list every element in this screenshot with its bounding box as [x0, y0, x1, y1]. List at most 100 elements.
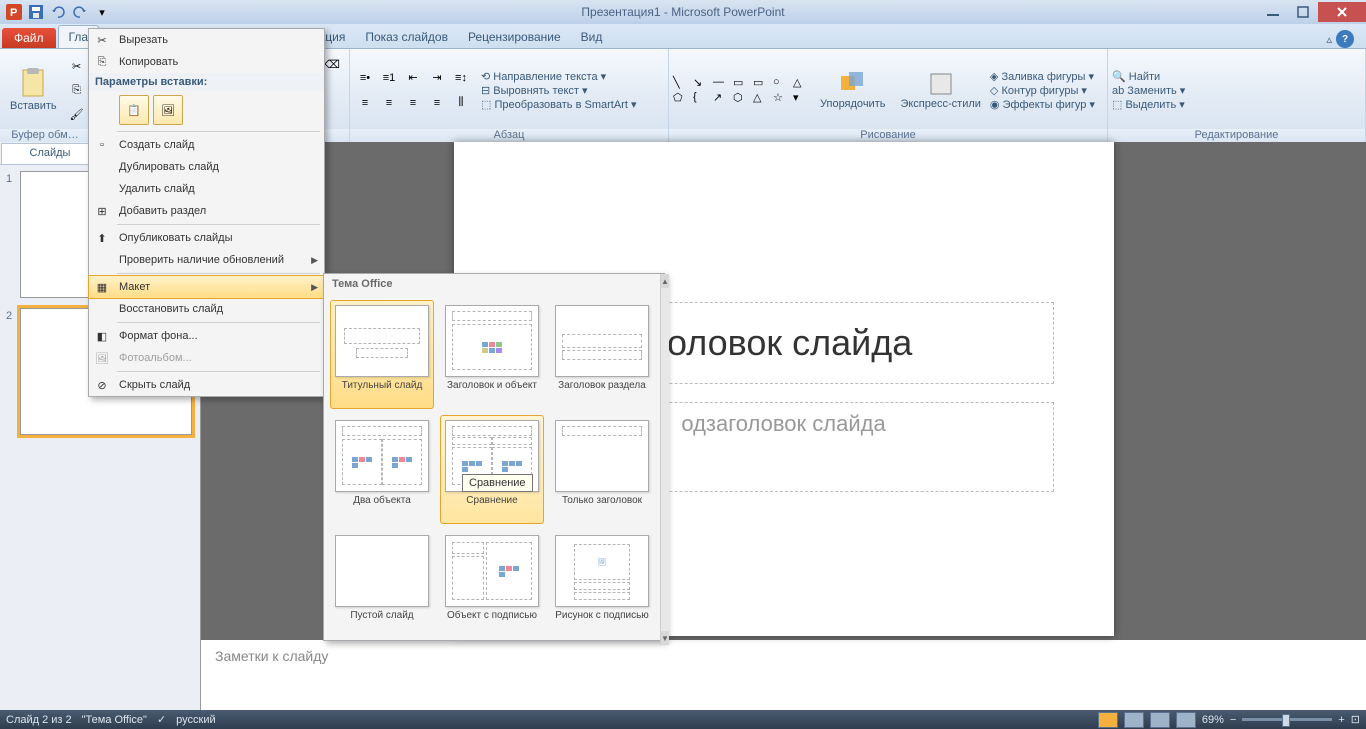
cut-button[interactable]: ✂ — [66, 55, 88, 77]
line-spacing[interactable]: ≡↕ — [450, 67, 472, 89]
layout-icon: ▦ — [93, 278, 111, 296]
spell-icon[interactable]: ✓ — [157, 713, 166, 726]
shape-fill[interactable]: ◈ Заливка фигуры ▾ — [990, 70, 1095, 83]
align-right[interactable]: ≡ — [402, 92, 424, 114]
ctx-format-bg[interactable]: ◧Формат фона... — [89, 325, 324, 347]
layout-item-1[interactable]: Заголовок и объект — [440, 300, 544, 409]
new-slide-icon: ▫ — [93, 136, 111, 154]
align-center[interactable]: ≡ — [378, 92, 400, 114]
chevron-right-icon: ▶ — [311, 282, 318, 293]
maximize-button[interactable] — [1288, 2, 1318, 22]
ctx-layout[interactable]: ▦Макет▶ — [88, 275, 325, 299]
chevron-right-icon: ▶ — [311, 255, 318, 266]
ctx-delete[interactable]: Удалить слайд — [89, 178, 324, 200]
align-left[interactable]: ≡ — [354, 92, 376, 114]
view-normal[interactable] — [1098, 712, 1118, 728]
zoom-slider[interactable] — [1242, 718, 1332, 721]
paste-keep-source[interactable]: 📋 — [119, 95, 149, 125]
ctx-section[interactable]: ⊞Добавить раздел — [89, 200, 324, 222]
paste-options: 📋 🖼 — [89, 91, 324, 129]
layout-item-4[interactable]: Сравнение — [440, 415, 544, 524]
zoom-in[interactable]: + — [1338, 714, 1344, 726]
layout-item-7[interactable]: Объект с подписью — [440, 530, 544, 639]
ctx-updates[interactable]: Проверить наличие обновлений▶ — [89, 249, 324, 271]
ctx-hide[interactable]: ⊘Скрыть слайд — [89, 374, 324, 396]
ctx-paste-header: Параметры вставки: — [89, 73, 324, 91]
columns[interactable]: ⫼ — [450, 92, 472, 114]
replace-button[interactable]: ab Заменить ▾ — [1112, 84, 1185, 97]
hide-icon: ⊘ — [93, 376, 111, 394]
format-painter[interactable]: 🖌 — [66, 103, 88, 125]
layout-item-0[interactable]: Титульный слайд — [330, 300, 434, 409]
shape-outline[interactable]: ◇ Контур фигуры ▾ — [990, 84, 1095, 97]
text-direction[interactable]: ⟲ Направление текста ▾ — [481, 70, 636, 83]
tab-slides[interactable]: Слайды — [1, 143, 99, 164]
ctx-cut[interactable]: ✂Вырезать — [89, 29, 324, 51]
tab-review[interactable]: Рецензирование — [458, 26, 571, 48]
justify[interactable]: ≡ — [426, 92, 448, 114]
paste-button[interactable]: Вставить — [4, 66, 63, 114]
app-icon[interactable]: P — [4, 2, 24, 22]
convert-smartart[interactable]: ⬚ Преобразовать в SmartArt ▾ — [481, 98, 636, 111]
album-icon: 🖼 — [93, 349, 111, 367]
ctx-duplicate[interactable]: Дублировать слайд — [89, 156, 324, 178]
svg-text:P: P — [10, 7, 17, 19]
layout-item-2[interactable]: Заголовок раздела — [550, 300, 654, 409]
tab-slideshow[interactable]: Показ слайдов — [355, 26, 458, 48]
group-paragraph: ≡• ≡1 ⇤ ⇥ ≡↕ ≡ ≡ ≡ ≡ ⫼ ⟲ Направление тек… — [350, 49, 669, 143]
copy-icon: ⎘ — [93, 53, 111, 71]
find-button[interactable]: 🔍 Найти — [1112, 70, 1160, 83]
gallery-title: Тема Office — [324, 274, 660, 294]
ribbon-min-icon[interactable]: ▵ — [1326, 33, 1332, 46]
tab-file[interactable]: Файл — [2, 28, 56, 48]
view-reading[interactable] — [1150, 712, 1170, 728]
layout-item-5[interactable]: Только заголовок — [550, 415, 654, 524]
publish-icon: ⬆ — [93, 229, 111, 247]
context-menu: ✂Вырезать ⎘Копировать Параметры вставки:… — [88, 28, 325, 397]
status-lang[interactable]: русский — [176, 714, 215, 726]
view-slideshow[interactable] — [1176, 712, 1196, 728]
shapes-gallery[interactable]: ╲↘—▭▭○△ ⬠{↗⬡△☆▾ — [673, 76, 811, 104]
layout-item-6[interactable]: Пустой слайд — [330, 530, 434, 639]
quick-styles[interactable]: Экспресс-стили — [894, 68, 986, 112]
qat-customize[interactable]: ▾ — [92, 2, 112, 22]
redo-button[interactable] — [70, 2, 90, 22]
tab-view[interactable]: Вид — [571, 26, 613, 48]
status-bar: Слайд 2 из 2 "Тема Office" ✓ русский 69%… — [0, 710, 1366, 729]
bullets[interactable]: ≡• — [354, 67, 376, 89]
minimize-button[interactable] — [1258, 2, 1288, 22]
format-icon: ◧ — [93, 327, 111, 345]
ctx-copy[interactable]: ⎘Копировать — [89, 51, 324, 73]
notes-pane[interactable]: Заметки к слайду — [201, 636, 1366, 710]
ctx-reset[interactable]: Восстановить слайд — [89, 298, 324, 320]
zoom-out[interactable]: − — [1230, 714, 1236, 726]
fit-to-window[interactable]: ⊡ — [1351, 713, 1360, 726]
section-icon: ⊞ — [93, 202, 111, 220]
status-theme: "Тема Office" — [82, 714, 147, 726]
layout-gallery: Тема Office Титульный слайдЗаголовок и о… — [323, 273, 665, 641]
help-button[interactable]: ? — [1336, 30, 1354, 48]
select-button[interactable]: ⬚ Выделить ▾ — [1112, 98, 1185, 111]
layout-item-8[interactable]: 🖼Рисунок с подписью — [550, 530, 654, 639]
save-button[interactable] — [26, 2, 46, 22]
dec-indent[interactable]: ⇤ — [402, 67, 424, 89]
ctx-publish[interactable]: ⬆Опубликовать слайды — [89, 227, 324, 249]
view-sorter[interactable] — [1124, 712, 1144, 728]
close-button[interactable] — [1318, 2, 1366, 22]
arrange-button[interactable]: Упорядочить — [814, 68, 891, 112]
group-drawing: ╲↘—▭▭○△ ⬠{↗⬡△☆▾ Упорядочить Экспресс-сти… — [669, 49, 1108, 143]
window-controls — [1258, 2, 1366, 22]
gallery-scrollbar[interactable]: ▲ ▼ — [660, 274, 669, 645]
cut-icon: ✂ — [93, 31, 111, 49]
ctx-new-slide[interactable]: ▫Создать слайд — [89, 134, 324, 156]
copy-button[interactable]: ⎘ — [66, 79, 88, 101]
inc-indent[interactable]: ⇥ — [426, 67, 448, 89]
status-zoom: 69% — [1202, 714, 1224, 726]
ctx-photo-album: 🖼Фотоальбом... — [89, 347, 324, 369]
undo-button[interactable] — [48, 2, 68, 22]
paste-picture[interactable]: 🖼 — [153, 95, 183, 125]
layout-item-3[interactable]: Два объекта — [330, 415, 434, 524]
numbering[interactable]: ≡1 — [378, 67, 400, 89]
shape-effects[interactable]: ◉ Эффекты фигур ▾ — [990, 98, 1095, 111]
align-text[interactable]: ⊟ Выровнять текст ▾ — [481, 84, 636, 97]
